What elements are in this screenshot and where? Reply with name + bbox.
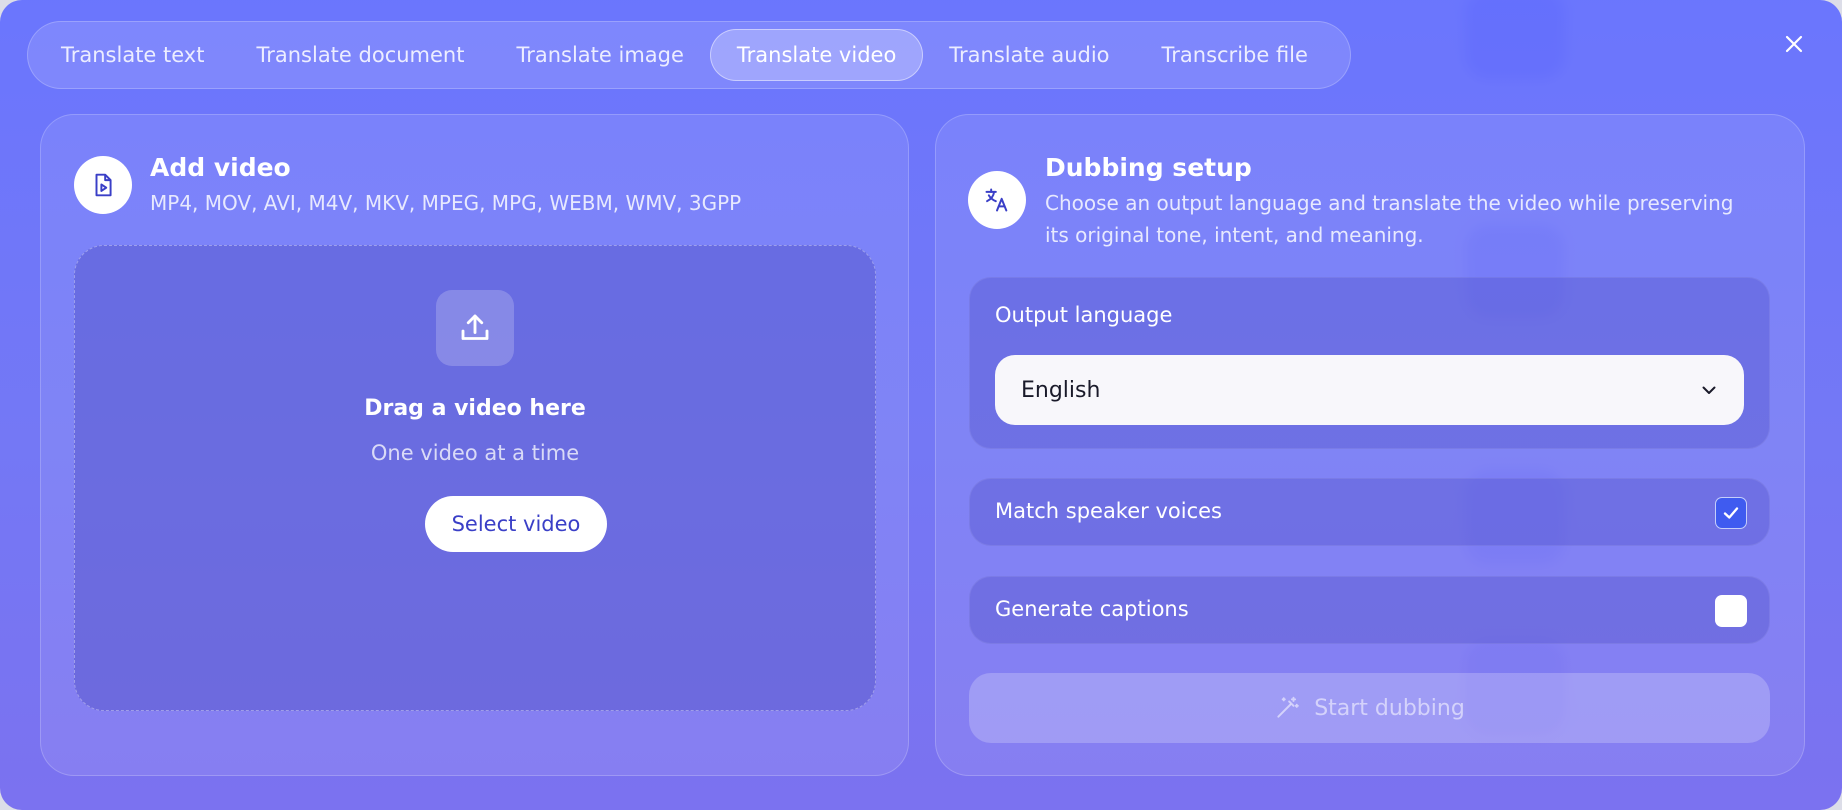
video-file-icon — [74, 156, 132, 214]
dropzone-subtitle: One video at a time — [370, 441, 580, 465]
generate-captions-label: Generate captions — [995, 597, 1189, 621]
output-language-select[interactable]: English — [995, 355, 1744, 425]
output-language-card: Output language English — [969, 277, 1770, 449]
tab-translate-document[interactable]: Translate document — [230, 29, 490, 81]
add-video-title: Add video — [150, 153, 291, 182]
dubbing-description-line1: Choose an output language and translate … — [1045, 191, 1734, 215]
magic-wand-icon — [1277, 696, 1299, 718]
start-dubbing-button[interactable]: Start dubbing — [969, 673, 1770, 743]
select-video-button[interactable]: Select video — [425, 496, 607, 552]
chevron-down-icon — [1702, 386, 1716, 394]
dropzone-title: Drag a video here — [364, 396, 586, 421]
check-icon — [1723, 507, 1739, 519]
supported-formats: MP4, MOV, AVI, M4V, MKV, MPEG, MPG, WEBM… — [150, 191, 742, 215]
generate-captions-checkbox[interactable] — [1715, 595, 1747, 627]
output-language-label: Output language — [995, 303, 1173, 327]
add-video-panel: Add video MP4, MOV, AVI, M4V, MKV, MPEG,… — [40, 114, 909, 776]
upload-icon — [436, 290, 514, 366]
dubbing-setup-title: Dubbing setup — [1045, 153, 1252, 182]
translate-icon — [968, 171, 1026, 229]
match-speaker-voices-row[interactable]: Match speaker voices — [969, 478, 1770, 546]
match-speaker-voices-checkbox[interactable] — [1715, 497, 1747, 529]
generate-captions-row[interactable]: Generate captions — [969, 576, 1770, 644]
translate-modal: Translate text Translate document Transl… — [0, 0, 1842, 810]
video-dropzone[interactable]: Drag a video here One video at a time Se… — [74, 245, 876, 711]
tab-bar: Translate text Translate document Transl… — [27, 21, 1351, 89]
close-icon — [1785, 35, 1803, 53]
tab-translate-image[interactable]: Translate image — [490, 29, 709, 81]
close-button[interactable] — [1778, 28, 1810, 60]
match-speaker-voices-label: Match speaker voices — [995, 499, 1222, 523]
tab-transcribe-file[interactable]: Transcribe file — [1136, 29, 1334, 81]
start-dubbing-label: Start dubbing — [1314, 695, 1465, 721]
tab-translate-text[interactable]: Translate text — [35, 29, 230, 81]
dubbing-description-line2: its original tone, intent, and meaning. — [1045, 223, 1424, 247]
output-language-value: English — [1021, 377, 1101, 403]
tab-translate-video[interactable]: Translate video — [709, 29, 924, 81]
dubbing-setup-panel: Dubbing setup Choose an output language … — [935, 114, 1805, 776]
tab-translate-audio[interactable]: Translate audio — [923, 29, 1135, 81]
